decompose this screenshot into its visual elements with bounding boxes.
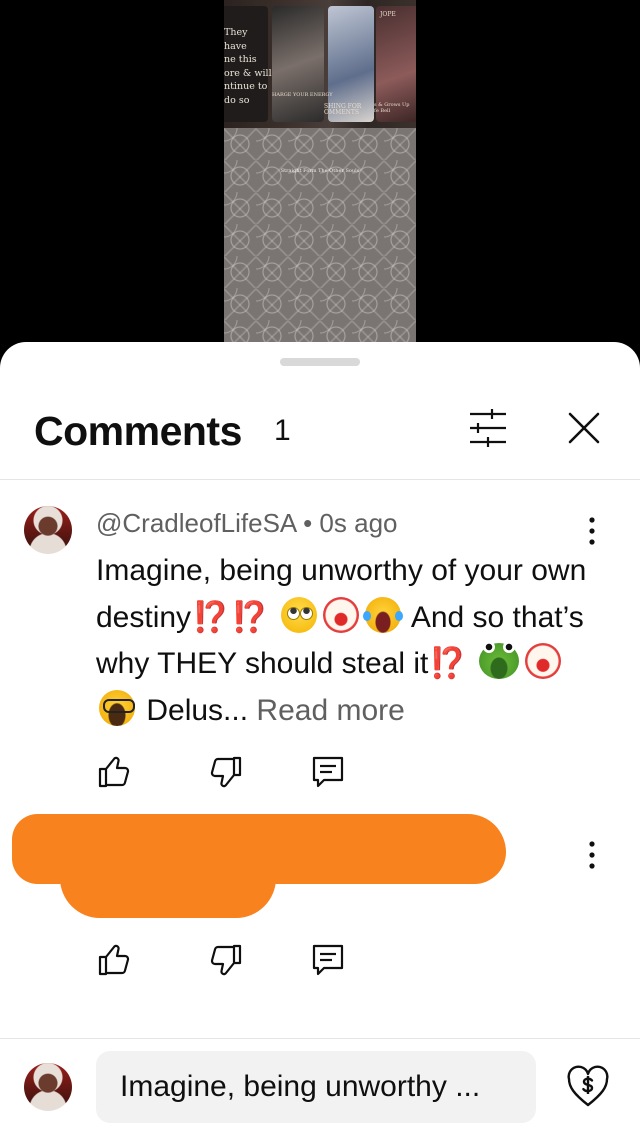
video-player[interactable]: They have ne this ore & will ntinue to d… xyxy=(0,0,640,360)
like-button[interactable] xyxy=(96,942,132,978)
meta-separator: • xyxy=(303,508,313,538)
sliders-icon xyxy=(470,409,506,447)
thumbs-down-icon xyxy=(210,944,242,976)
comment-item xyxy=(0,814,640,1006)
tarot-card xyxy=(272,6,324,122)
comment-more-button[interactable] xyxy=(578,838,606,872)
reply-button[interactable] xyxy=(310,754,346,790)
card-tiny-text: SHING FOR OMMENTS xyxy=(324,103,362,116)
comment-meta: @CradleofLifeSA • 0s ago xyxy=(96,508,398,539)
comments-header: Comments 1 xyxy=(0,388,640,480)
comment-time: 0s ago xyxy=(319,508,398,538)
card-tiny-text: JOPE xyxy=(380,11,396,18)
interrobang-icon: ⁉️ xyxy=(429,647,467,680)
comments-sheet: Comments 1 @CradleofLifeSA • 0s ago Imag… xyxy=(0,342,640,1136)
like-button[interactable] xyxy=(96,754,132,790)
comment-actions xyxy=(96,942,356,982)
more-vertical-icon xyxy=(589,517,595,545)
avatar xyxy=(24,1063,72,1111)
frog-emoji-icon xyxy=(479,641,520,679)
close-button[interactable] xyxy=(564,408,604,448)
comment-more-button[interactable] xyxy=(578,514,606,548)
tarot-cards-strip: They have ne this ore & will ntinue to d… xyxy=(224,0,416,128)
comment-text-part: Delus... xyxy=(146,693,249,727)
redaction-mark xyxy=(60,870,276,918)
drag-handle[interactable] xyxy=(280,358,360,366)
disguise-emoji-icon xyxy=(99,689,135,726)
reply-icon xyxy=(312,756,344,788)
clown-emoji-icon xyxy=(525,643,562,679)
card-caption: They have ne this ore & will ntinue to d… xyxy=(224,27,272,106)
comment-author[interactable]: @CradleofLifeSA xyxy=(96,508,296,538)
super-thanks-icon xyxy=(567,1065,609,1107)
thumbs-down-icon xyxy=(210,756,242,788)
comment-composer: Imagine, being unworthy ... xyxy=(0,1038,640,1136)
thumbs-up-icon xyxy=(98,944,130,976)
laughing-emoji-icon xyxy=(363,596,404,633)
close-icon xyxy=(568,412,600,444)
dislike-button[interactable] xyxy=(208,942,244,978)
pattern-label: Straight Form The Other Souls xyxy=(280,168,360,174)
reply-button[interactable] xyxy=(310,942,346,978)
comment-text: Imagine, being unworthy of your own dest… xyxy=(96,548,596,734)
clown-emoji-icon xyxy=(323,596,360,633)
comment-input[interactable]: Imagine, being unworthy ... xyxy=(96,1051,536,1123)
eye-roll-emoji-icon xyxy=(281,596,318,633)
comment-actions xyxy=(96,754,356,794)
interrobang-icon: ⁉️ xyxy=(231,600,269,634)
dislike-button[interactable] xyxy=(208,754,244,790)
patterned-cloth xyxy=(224,128,416,360)
more-vertical-icon xyxy=(589,841,595,869)
read-more-link[interactable]: Read more xyxy=(256,694,404,727)
comments-count: 1 xyxy=(274,414,291,447)
comments-title: Comments xyxy=(34,408,242,454)
video-frame[interactable]: They have ne this ore & will ntinue to d… xyxy=(224,0,416,360)
card-tiny-text: HARGE YOUR ENERGY xyxy=(272,92,333,98)
comment-item: @CradleofLifeSA • 0s ago Imagine, being … xyxy=(0,502,640,802)
reply-icon xyxy=(312,944,344,976)
interrobang-icon: ⁉️ xyxy=(192,600,230,634)
avatar[interactable] xyxy=(24,506,72,554)
super-thanks-button[interactable] xyxy=(566,1065,610,1109)
thumbs-up-icon xyxy=(98,756,130,788)
card-tiny-text: s & Grows Up fe Bell xyxy=(374,102,410,114)
filter-button[interactable] xyxy=(466,408,510,448)
